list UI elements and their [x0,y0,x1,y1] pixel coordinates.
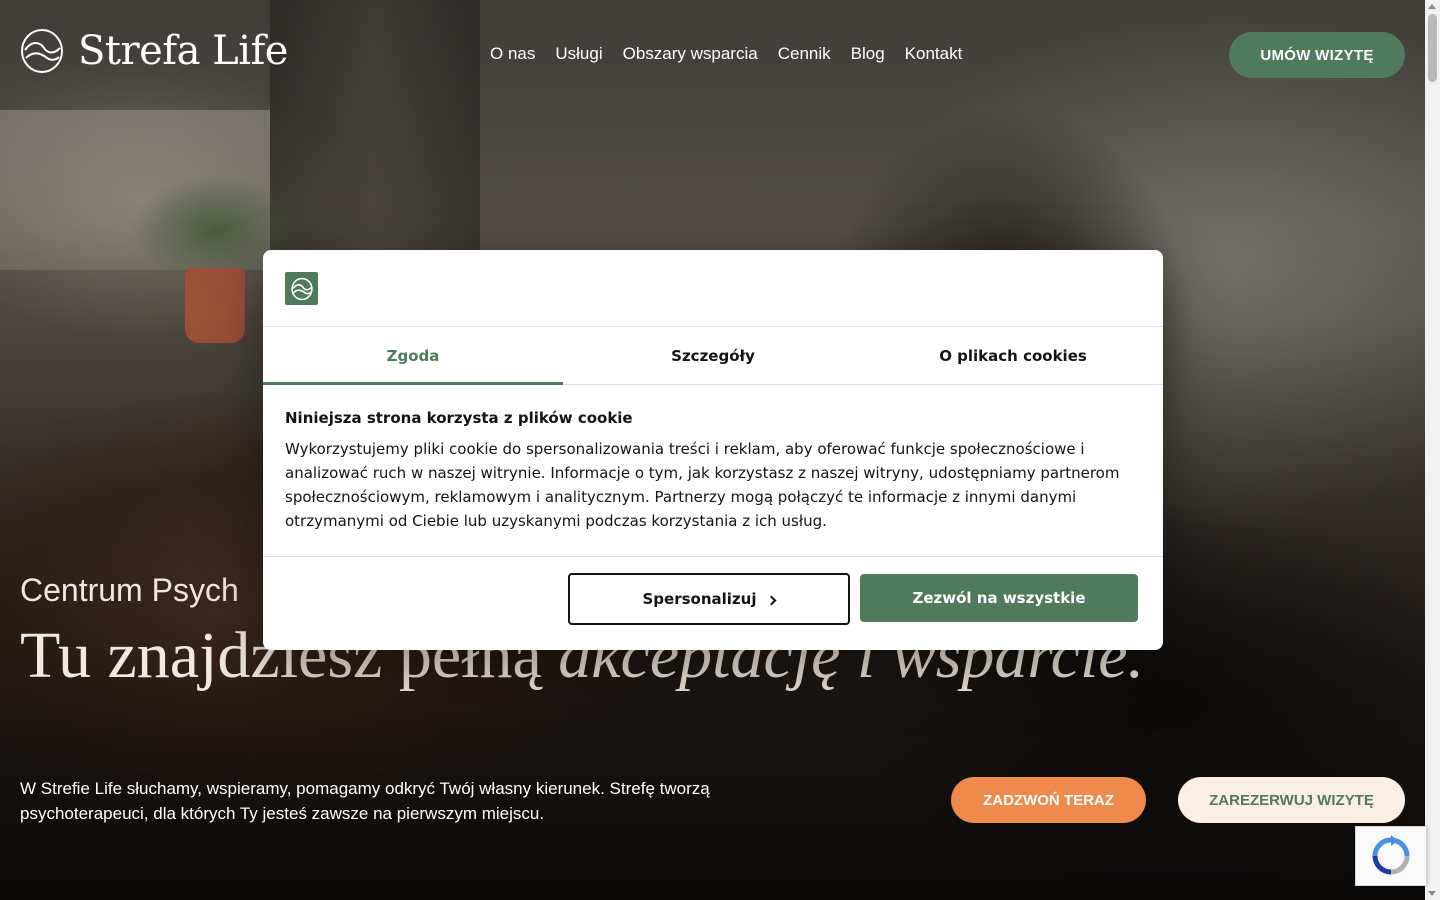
dialog-actions: Spersonalizuj Zezwól na wszystkie [263,557,1163,649]
recaptcha-icon [1372,835,1410,875]
hero-description: W Strefie Life słuchamy, wspieramy, poma… [20,779,710,823]
nav-item-obszary-wsparcia[interactable]: Obszary wsparcia [623,44,758,64]
cookie-consent-dialog: Zgoda Szczegóły O plikach cookies Niniej… [263,250,1163,650]
nav-item-uslugi[interactable]: Usługi [555,44,602,64]
tab-szczegoly[interactable]: Szczegóły [563,327,863,384]
dialog-header [263,250,1163,327]
dialog-tabs: Zgoda Szczegóły O plikach cookies [263,327,1163,385]
nav-item-cennik[interactable]: Cennik [778,44,831,64]
logo-mark-icon [290,277,313,300]
tab-zgoda[interactable]: Zgoda [263,327,563,385]
dialog-heading: Niniejsza strona korzysta z plików cooki… [285,409,633,427]
nav-item-blog[interactable]: Blog [851,44,885,64]
call-now-button[interactable]: ZADZWOŃ TERAZ [951,777,1146,823]
nav-item-o-nas[interactable]: O nas [490,44,535,64]
allow-all-button[interactable]: Zezwól na wszystkie [860,574,1138,622]
page-scrollbar[interactable] [1425,0,1440,900]
dialog-logo [285,272,318,305]
scroll-down-arrow-icon[interactable] [1428,891,1436,896]
site-logo[interactable]: Strefa Life [20,28,288,74]
logo-mark-icon [21,29,63,73]
dialog-body: Niniejsza strona korzysta z plików cooki… [263,385,1163,557]
book-visit-button[interactable]: ZAREZERWUJ WIZYTĘ [1178,777,1405,823]
scrollbar-thumb[interactable] [1428,14,1437,82]
hero-subtitle: Centrum Psych [20,572,239,608]
tab-o-plikach-cookies[interactable]: O plikach cookies [863,327,1163,384]
personalize-button[interactable]: Spersonalizuj [568,573,850,625]
chevron-right-icon [767,595,777,605]
nav-item-kontakt[interactable]: Kontakt [905,44,963,64]
recaptcha-badge[interactable] [1355,826,1427,886]
dialog-text: Wykorzystujemy pliki cookie do spersonal… [285,440,1120,530]
scroll-up-arrow-icon[interactable] [1428,4,1436,9]
main-nav: O nas Usługi Obszary wsparcia Cennik Blo… [490,44,962,64]
logo-text: Strefa Life [78,28,288,74]
personalize-label: Spersonalizuj [642,590,757,608]
book-visit-header-button[interactable]: UMÓW WIZYTĘ [1229,32,1405,78]
